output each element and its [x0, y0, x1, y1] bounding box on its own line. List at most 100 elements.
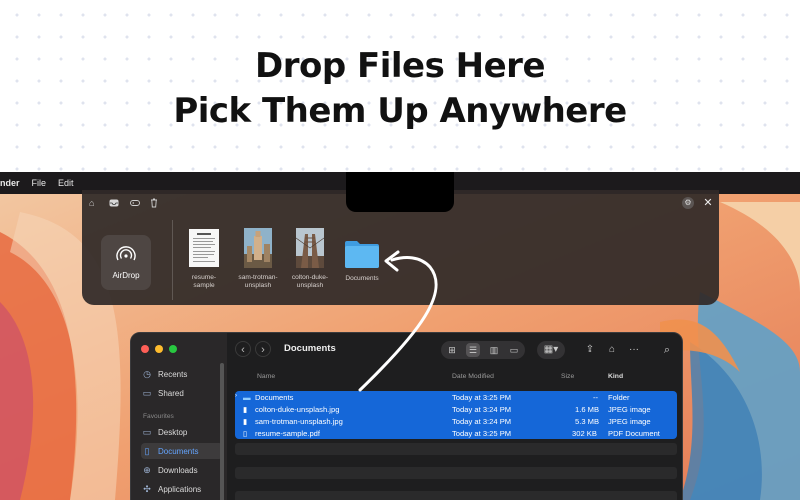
banner: Drop Files Here Pick Them Up Anywhere: [0, 0, 800, 172]
sidebar-item-shared[interactable]: ▭ Shared: [141, 385, 213, 401]
row-size: --: [593, 393, 599, 402]
sidebar-item-documents[interactable]: ▯ Documents: [141, 443, 223, 459]
minimize-window-button[interactable]: [155, 345, 163, 353]
settings-icon[interactable]: ⚙: [682, 197, 694, 209]
row-size: 302 KB: [572, 429, 597, 438]
tray-icon[interactable]: [109, 199, 119, 207]
sidebar-item-label: Downloads: [158, 465, 198, 475]
column-date-modified[interactable]: Date Modified: [452, 373, 494, 380]
headline-line-2: Pick Them Up Anywhere: [173, 91, 627, 131]
row-name: colton-duke-unsplash.jpg: [255, 405, 340, 414]
more-icon[interactable]: ···: [625, 341, 643, 359]
row-kind: JPEG image: [608, 405, 651, 414]
shelf-file-label-1: resume-: [191, 274, 217, 281]
image-file-icon: ▮: [243, 405, 248, 414]
row-name: resume-sample.pdf: [255, 429, 320, 438]
row-kind: PDF Document: [608, 429, 660, 438]
sidebar-item-label: Documents: [158, 446, 199, 456]
shelf-file-colton-duke[interactable]: colton-duke- unsplash: [285, 228, 335, 290]
close-icon[interactable]: ✕: [702, 197, 714, 209]
row-name: sam-trotman-unsplash.jpg: [255, 417, 343, 426]
sidebar-item-label: Recents: [158, 369, 188, 379]
icon-view-icon[interactable]: ⊞: [445, 343, 459, 357]
close-window-button[interactable]: [141, 345, 149, 353]
shelf-file-label-1: sam-trotman-: [238, 274, 278, 281]
gamepad-icon[interactable]: [130, 199, 140, 207]
document-thumbnail: [189, 229, 219, 267]
airdrop-icon: [116, 246, 136, 261]
image-file-icon: ▮: [243, 417, 248, 426]
headline-line-1: Drop Files Here: [254, 46, 546, 86]
shared-folder-icon: ▭: [142, 387, 152, 398]
row-size: 5.3 MB: [575, 417, 600, 426]
window-title: Documents: [284, 343, 336, 354]
empty-row: [235, 443, 677, 455]
share-icon[interactable]: ⇪: [581, 341, 599, 359]
folder-icon: [345, 241, 379, 268]
shelf-file-label-2: unsplash: [296, 282, 324, 289]
column-view-icon[interactable]: ▥: [487, 343, 501, 357]
row-date: Today at 3:24 PM: [452, 417, 512, 426]
sidebar-heading-favourites: Favourites: [143, 413, 174, 420]
finder-window: ◷ Recents ▭ Shared Favourites ▭ Desktop …: [130, 332, 683, 500]
row-date: Today at 3:25 PM: [452, 393, 512, 402]
camera-notch: [346, 172, 454, 212]
view-switcher: ⊞ ☰ ▥ ▭: [441, 341, 525, 359]
row-kind: Folder: [608, 393, 630, 402]
shelf-file-documents-folder[interactable]: Documents: [337, 239, 387, 283]
photo-thumbnail: [295, 228, 325, 268]
home-icon[interactable]: ⌂: [89, 198, 94, 208]
shelf-file-sam-trotman[interactable]: sam-trotman- unsplash: [233, 228, 283, 290]
shelf-divider: [172, 220, 173, 300]
menu-app-name[interactable]: nder: [0, 178, 20, 188]
desktop-icon: ▭: [142, 426, 152, 437]
list-view-icon[interactable]: ☰: [466, 343, 480, 357]
empty-row: [235, 467, 677, 479]
photo-thumbnail: [244, 228, 272, 268]
sidebar-item-downloads[interactable]: ⊕ Downloads: [141, 462, 213, 478]
sidebar-item-desktop[interactable]: ▭ Desktop: [141, 424, 213, 440]
document-icon: ▯: [144, 445, 150, 456]
finder-toolbar: ‹ › Documents ⊞ ☰ ▥ ▭ ▦▾ ⇪ ⌂ ··· ⌕: [227, 333, 682, 363]
airdrop-button[interactable]: AirDrop: [101, 235, 151, 290]
airdrop-label: AirDrop: [112, 271, 140, 280]
table-row[interactable]: ▮ colton-duke-unsplash.jpg Today at 3:24…: [235, 403, 677, 415]
row-size: 1.6 MB: [575, 405, 600, 414]
shelf-file-label-1: colton-duke-: [291, 274, 329, 281]
sidebar-item-label: Desktop: [158, 427, 188, 437]
table-row[interactable]: › ▬ Documents Today at 3:25 PM -- Folder: [235, 391, 677, 403]
trash-icon[interactable]: [150, 198, 158, 208]
menu-edit[interactable]: Edit: [58, 178, 74, 188]
tag-icon[interactable]: ⌂: [603, 341, 621, 359]
zoom-window-button[interactable]: [169, 345, 177, 353]
gallery-view-icon[interactable]: ▭: [507, 343, 521, 357]
table-row[interactable]: ▮ sam-trotman-unsplash.jpg Today at 3:24…: [235, 415, 677, 427]
sidebar-item-applications[interactable]: ✣ Applications: [141, 481, 213, 497]
folder-icon: ▬: [243, 393, 251, 402]
finder-sidebar: ◷ Recents ▭ Shared Favourites ▭ Desktop …: [131, 333, 227, 500]
sidebar-item-label: Shared: [158, 388, 184, 398]
menu-file[interactable]: File: [32, 178, 47, 188]
column-kind[interactable]: Kind: [608, 373, 623, 380]
back-button[interactable]: ‹: [235, 341, 251, 357]
forward-button[interactable]: ›: [255, 341, 271, 357]
shelf-file-label-2: sample: [193, 282, 215, 289]
shelf-file-label-2: unsplash: [244, 282, 272, 289]
sidebar-item-recents[interactable]: ◷ Recents: [141, 366, 213, 382]
mac-screen: nder File Edit ⌂ ⚙ ✕ AirDrop resume- sam…: [0, 172, 800, 500]
row-date: Today at 3:24 PM: [452, 405, 512, 414]
pdf-file-icon: ▯: [243, 429, 248, 438]
applications-icon: ✣: [143, 483, 151, 494]
shelf-file-resume[interactable]: resume- sample: [179, 228, 229, 290]
search-icon[interactable]: ⌕: [657, 341, 677, 359]
download-icon: ⊕: [143, 464, 151, 475]
shelf-file-label-1: Documents: [345, 275, 379, 282]
sidebar-item-label: Applications: [158, 484, 202, 494]
row-name: Documents: [255, 393, 294, 402]
group-by-icon[interactable]: ▦▾: [537, 341, 565, 359]
column-size[interactable]: Size: [561, 373, 574, 380]
disclosure-chevron-icon[interactable]: ›: [235, 393, 237, 399]
table-row[interactable]: ▯ resume-sample.pdf Today at 3:25 PM 302…: [235, 427, 677, 439]
sidebar-scrollbar[interactable]: [220, 363, 224, 500]
column-name[interactable]: Name: [257, 373, 275, 380]
